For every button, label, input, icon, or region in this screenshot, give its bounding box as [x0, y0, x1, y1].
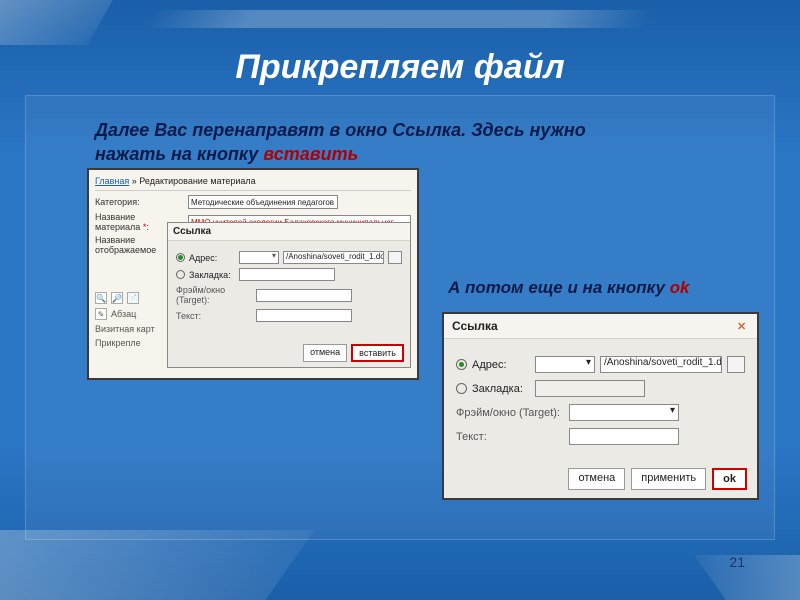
- address-protocol-dropdown: [239, 251, 279, 264]
- cancel-button: отмена: [303, 344, 347, 362]
- toolbar-left: 🔍 🔎 📄 ✎ Абзац Визитная карт Прикрепле: [95, 292, 155, 348]
- attach-label: Прикрепле: [95, 338, 155, 348]
- ok-button: ok: [712, 468, 747, 490]
- instruction-secondary-highlight: ok: [670, 278, 690, 297]
- insert-button: вставить: [351, 344, 404, 362]
- decorative-top-bar: [145, 10, 655, 28]
- target-label-2: Фрэйм/окно (Target):: [456, 407, 564, 419]
- breadcrumb-home: Главная: [95, 176, 129, 186]
- decorative-shape-bottom-right: [694, 555, 800, 600]
- text-input-2: [569, 428, 679, 445]
- instruction-secondary: А потом еще и на кнопку ok: [448, 278, 690, 298]
- breadcrumb: Главная » Редактирование материала: [95, 176, 411, 186]
- address-radio: [176, 253, 185, 262]
- target-input-2: ▾: [569, 404, 679, 421]
- slide-title: Прикрепляем файл: [0, 48, 800, 87]
- bookmark-label: Закладка:: [189, 270, 235, 280]
- apply-button: применить: [631, 468, 706, 490]
- target-label: Фрэйм/окно (Target):: [176, 285, 252, 305]
- address-protocol-dropdown-2: ▾: [535, 356, 595, 373]
- instruction-primary-highlight: вставить: [263, 144, 358, 164]
- card-label: Визитная карт: [95, 324, 155, 334]
- text-label: Текст:: [176, 311, 252, 321]
- instruction-secondary-text: А потом еще и на кнопку: [448, 278, 670, 297]
- dialog-title: Ссылка: [168, 223, 410, 241]
- decorative-shape-top-left: [0, 0, 113, 45]
- bookmark-input: [239, 268, 335, 281]
- address-input-2: /Anoshina/soveti_rodit_1.do: [600, 356, 722, 373]
- address-label: Адрес:: [189, 253, 235, 263]
- preview-icon: 🔎: [111, 292, 123, 304]
- paragraph-label: Абзац: [111, 309, 136, 319]
- bookmark-radio-2: [456, 383, 467, 394]
- category-label: Категория:: [95, 197, 183, 207]
- browse-icon-2: [727, 356, 745, 373]
- address-label-2: Адрес:: [472, 359, 530, 371]
- category-select: Методические объединения педагогов: [188, 195, 338, 209]
- bookmark-radio: [176, 270, 185, 279]
- document-icon: 📄: [127, 292, 139, 304]
- decorative-shape-bottom-left: [0, 530, 315, 600]
- text-input: [256, 309, 352, 322]
- screenshot-2: Ссылка ✕ Адрес: ▾ /Anoshina/soveti_rodit…: [442, 312, 759, 500]
- address-radio-2: [456, 359, 467, 370]
- bookmark-input-2: [535, 380, 645, 397]
- page-number: 21: [729, 554, 745, 570]
- link-dialog-1: Ссылка Адрес: /Anoshina/soveti_rodit_1.d…: [167, 222, 411, 368]
- breadcrumb-sep: »: [129, 176, 139, 186]
- browse-icon: [388, 251, 402, 264]
- screenshot-1: Главная » Редактирование материала Катег…: [87, 168, 419, 380]
- cancel-button-2: отмена: [568, 468, 625, 490]
- instruction-primary: Далее Вас перенаправят в окно Ссылка. Зд…: [95, 118, 655, 167]
- bookmark-label-2: Закладка:: [472, 383, 530, 395]
- close-icon: ✕: [737, 320, 749, 332]
- dialog2-title: Ссылка: [452, 319, 498, 333]
- edit-icon: ✎: [95, 308, 107, 320]
- target-input: [256, 289, 352, 302]
- text-label-2: Текст:: [456, 431, 564, 443]
- address-input: /Anoshina/soveti_rodit_1.do: [283, 251, 384, 264]
- breadcrumb-tail: Редактирование материала: [139, 176, 255, 186]
- divider: [95, 190, 411, 191]
- magnifier-icon: 🔍: [95, 292, 107, 304]
